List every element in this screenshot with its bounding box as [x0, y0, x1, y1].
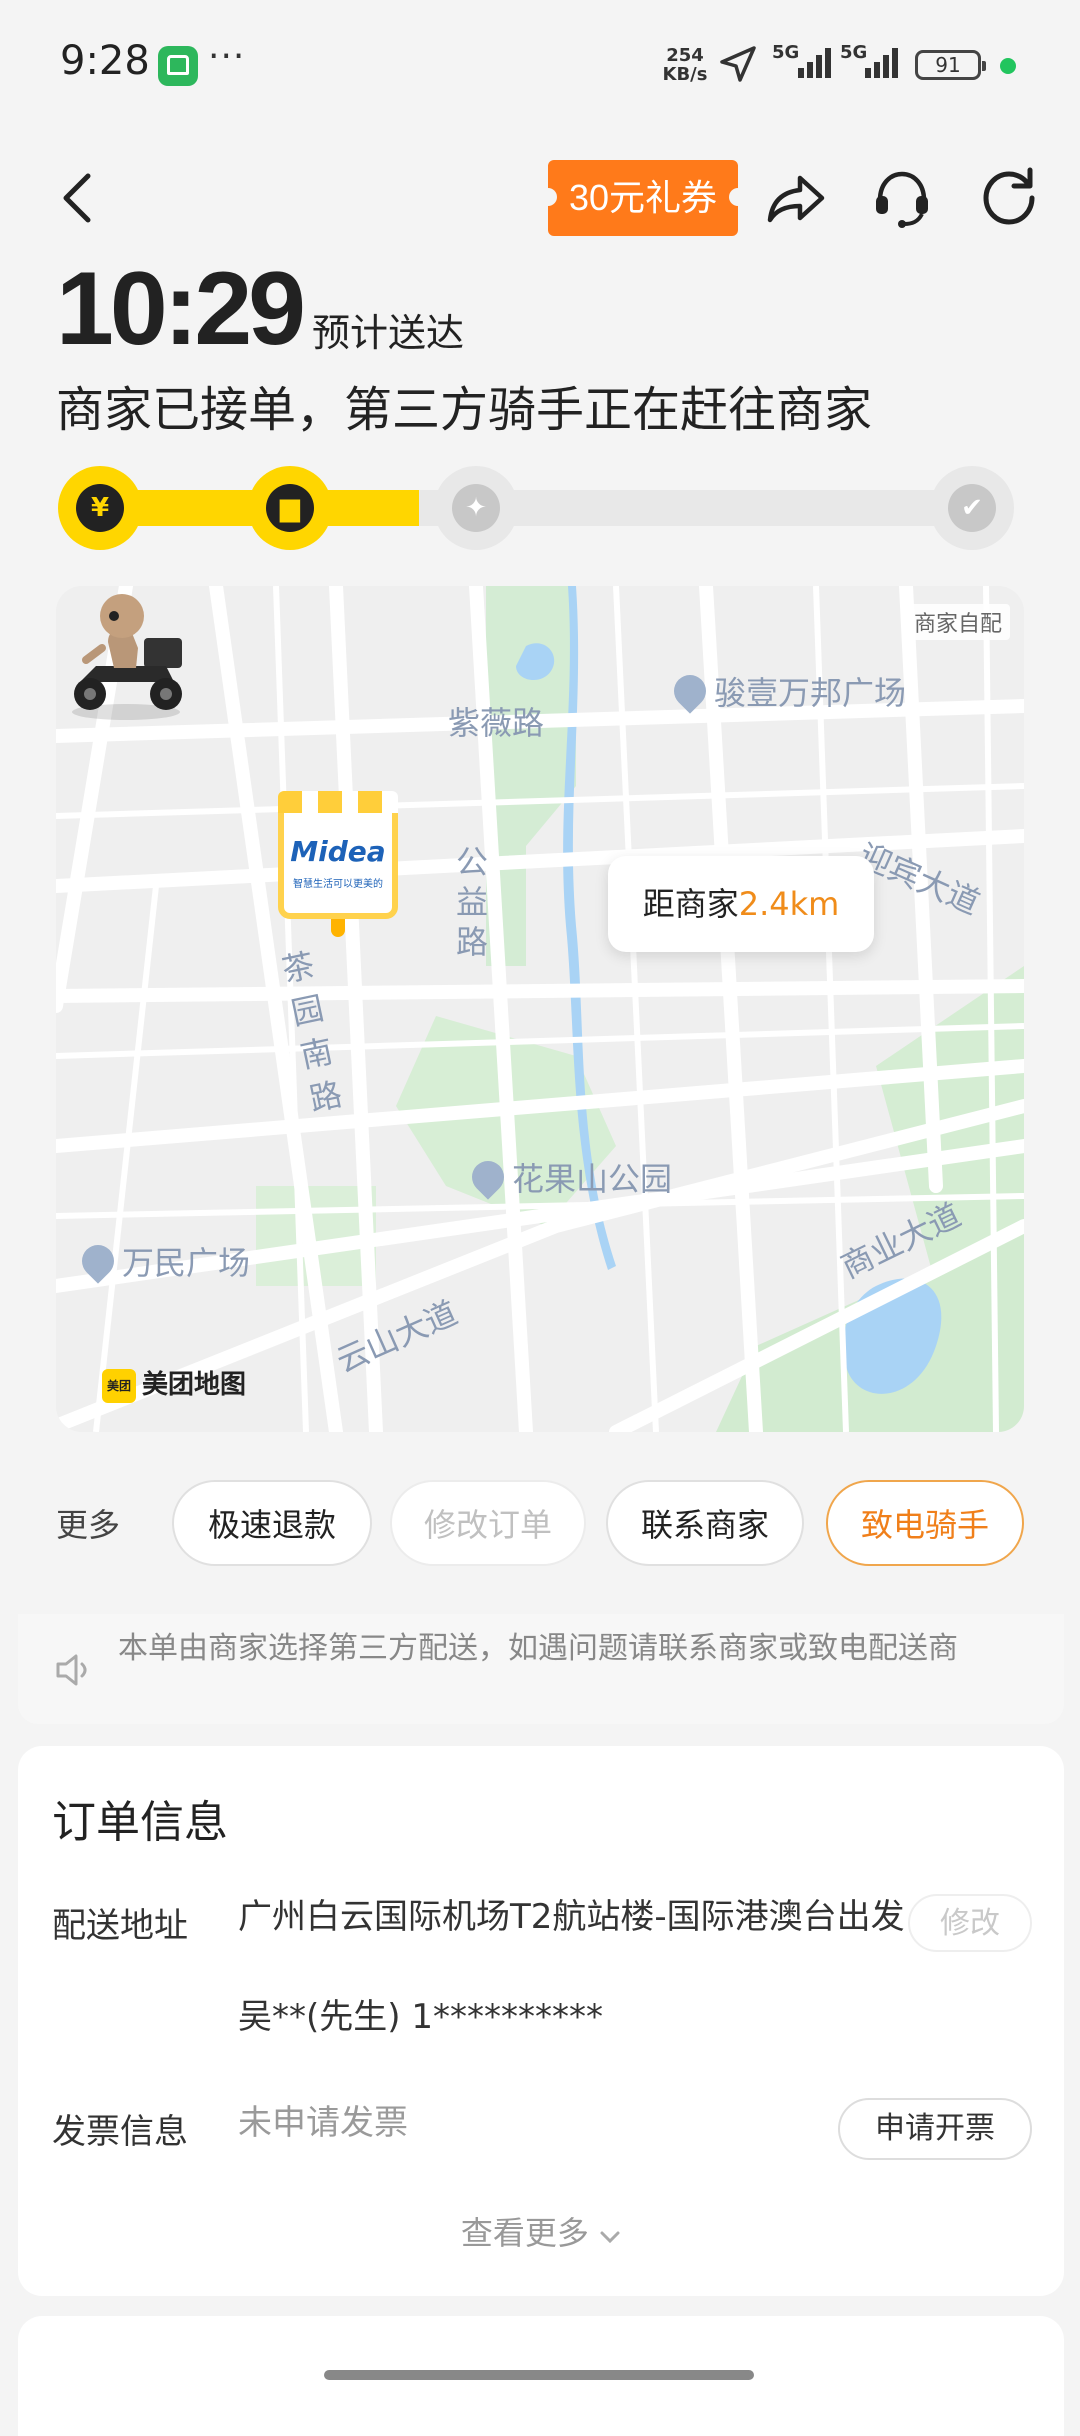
rider-icon[interactable] [56, 586, 196, 726]
check-icon: ✔ [948, 484, 996, 532]
address-label: 配送地址 [52, 1906, 188, 1946]
home-indicator[interactable] [324, 2370, 754, 2380]
apply-invoice-button[interactable]: 申请开票 [838, 2098, 1032, 2160]
progress-step-delivered: ✔ [930, 466, 1014, 550]
address-value: 广州白云国际机场T2航站楼-国际港澳台出发 [238, 1897, 905, 1937]
net-speed: 254 KB/s [660, 46, 710, 84]
location-icon [720, 46, 756, 82]
map-poi-wanmin-label: 万民广场 [122, 1244, 251, 1282]
map-poi-junyi: 骏壹万邦广场 [667, 668, 907, 714]
net-speed-unit: KB/s [662, 64, 708, 85]
refresh-icon[interactable] [976, 164, 1044, 232]
battery-icon: 91 [915, 50, 986, 80]
map-provider-name: 美团地图 [142, 1370, 247, 1400]
map-poi-huaguoshan: 花果山公园 [465, 1154, 673, 1200]
status-bar: 9:28 ··· 254 KB/s 5G 5G 91 [0, 0, 1080, 130]
more-button[interactable]: 更多 [56, 1500, 120, 1546]
map-poi-wanmin: 万民广场 [75, 1238, 251, 1284]
poi-icon [465, 1154, 511, 1200]
merchant-pin [331, 919, 345, 937]
store-icon: ▆ [266, 484, 314, 532]
distance-bubble: 距商家2.4km [608, 856, 874, 952]
map-poi-huaguoshan-label: 花果山公园 [512, 1160, 673, 1198]
call-rider-button[interactable]: 致电骑手 [826, 1480, 1024, 1566]
eta-label: 预计送达 [312, 311, 465, 355]
signal-icon [798, 48, 831, 78]
check-icon-glyph: ✔ [961, 493, 983, 523]
scooter-icon-glyph: ✦ [465, 493, 487, 523]
poi-icon [667, 668, 713, 714]
status-more: ··· [208, 36, 246, 77]
fast-refund-button[interactable]: 极速退款 [172, 1480, 372, 1566]
map-label-ziwei: 紫薇路 [448, 704, 545, 742]
modify-order-button[interactable]: 修改订单 [390, 1480, 586, 1566]
contact-merchant-button[interactable]: 联系商家 [606, 1480, 804, 1566]
net-speed-value: 254 [666, 45, 704, 66]
map-poi-junyi-label: 骏壹万邦广场 [714, 674, 907, 712]
invoice-value: 未申请发票 [238, 2103, 408, 2143]
app-icon [158, 46, 198, 86]
chevron-down-icon [600, 2231, 620, 2244]
merchant-awning [278, 791, 398, 813]
signal-icon [865, 48, 898, 78]
invoice-label: 发票信息 [52, 2112, 188, 2152]
distance-value: 2.4km [738, 885, 840, 923]
contact-value: 吴**(先生) 1********** [238, 1997, 603, 2037]
merchant-marker[interactable]: Midea 智慧生活可以更美的 [278, 791, 398, 937]
back-icon[interactable] [50, 168, 110, 228]
speaker-icon [56, 1654, 87, 1686]
top-bar: 30元礼券 [0, 150, 1080, 250]
order-status-message: 商家已接单，第三方骑手正在赶往商家 [56, 382, 873, 438]
eta-time: 10:29 [56, 251, 306, 367]
see-more-label: 查看更多 [460, 2214, 589, 2252]
yen-icon-glyph: ¥ [90, 493, 110, 523]
action-bar: 更多 极速退款 修改订单 联系商家 致电骑手 [56, 1476, 1026, 1570]
see-more-button[interactable]: 查看更多 [18, 2208, 1064, 2254]
status-time: 9:28 [60, 38, 150, 84]
coupon-button[interactable]: 30元礼券 [539, 160, 747, 236]
customer-service-icon[interactable] [868, 164, 936, 232]
delivery-notice: 本单由商家选择第三方配送，如遇问题请联系商家或致电配送商 [18, 1614, 1064, 1724]
map-provider-logo: 美团 美团地图 [102, 1364, 246, 1403]
progress-step-delivering: ✦ [434, 466, 518, 550]
yen-icon: ¥ [76, 484, 124, 532]
meituan-icon: 美团 [102, 1368, 136, 1403]
merchant-brand: Midea [290, 835, 386, 868]
merchant-slogan: 智慧生活可以更美的 [293, 879, 383, 890]
store-icon-glyph: ▆ [280, 493, 300, 523]
delivery-map[interactable]: 商家自配 紫薇路 骏壹万邦广场 迎宾大道 公益路 茶园南路 花果山公园 万民广场… [56, 586, 1024, 1432]
scooter-icon: ✦ [452, 484, 500, 532]
progress-step-merchant: ▆ [248, 466, 332, 550]
order-info-card: 订单信息 配送地址 广州白云国际机场T2航站楼-国际港澳台出发 吴**(先生) … [18, 1746, 1064, 2296]
poi-icon [75, 1238, 121, 1284]
notice-text: 本单由商家选择第三方配送，如遇问题请联系商家或致电配送商 [118, 1631, 958, 1666]
order-info-title: 订单信息 [52, 1797, 228, 1848]
map-label-gongyi: 公益路 [456, 843, 489, 961]
delivery-progress: ¥ ▆ ✦ ✔ [58, 466, 1024, 550]
eta: 10:29 预计送达 [56, 250, 464, 369]
self-delivery-tag: 商家自配 [905, 604, 1010, 640]
privacy-dot [1000, 58, 1016, 74]
progress-step-paid: ¥ [58, 466, 142, 550]
distance-label: 距商家 [642, 885, 739, 923]
edit-address-button[interactable]: 修改 [908, 1894, 1032, 1952]
share-icon[interactable] [762, 164, 830, 232]
